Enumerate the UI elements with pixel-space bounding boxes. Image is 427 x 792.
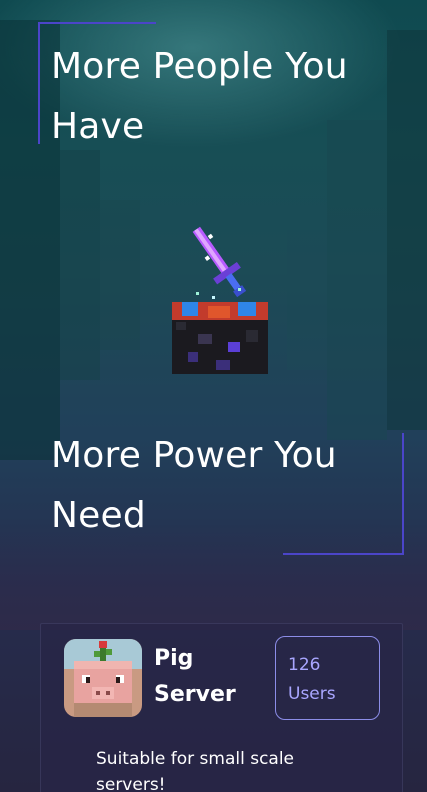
stone-pillar [287,230,327,370]
users-label: Users [288,684,336,704]
hero-heading-top: More People You Have [51,46,348,147]
stone-pillar [60,150,100,380]
hero-heading-bottom: More Power You Need [51,435,337,536]
stone-pillar [327,120,387,440]
frame-corner-top-vertical [38,22,40,144]
pig-avatar-icon [64,639,142,717]
server-title: Pig Server [154,646,236,707]
stone-pillar [387,30,427,430]
users-count-badge: 126 Users [275,636,380,720]
frame-corner-bottom-vertical [402,433,404,555]
users-count: 126 [288,655,321,675]
stone-pillar [100,200,140,350]
enchanted-sword-icon [168,222,272,376]
server-description: Suitable for small scale servers! [96,749,295,792]
frame-corner-top [38,22,156,24]
frame-corner-bottom [283,553,404,555]
server-plan-card[interactable]: Pig Server 126 Users Suitable for small … [40,623,403,792]
